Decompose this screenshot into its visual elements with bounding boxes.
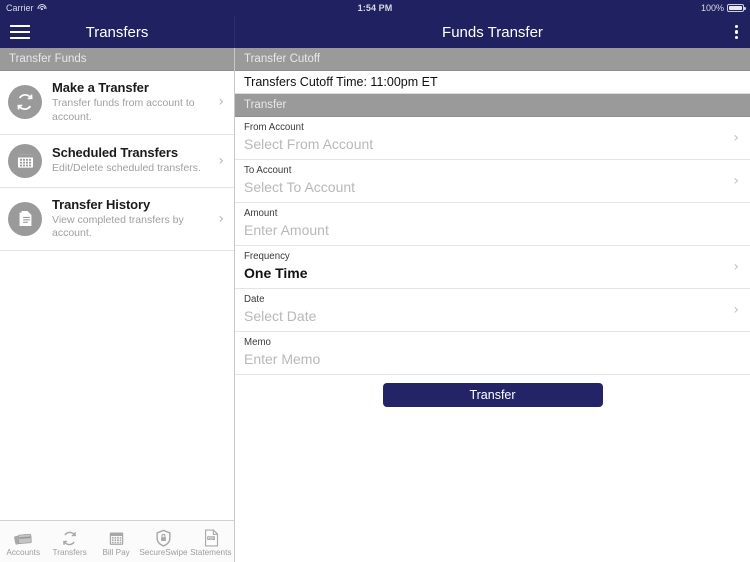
kebab-menu-icon[interactable] xyxy=(734,24,738,40)
chevron-right-icon: › xyxy=(218,94,224,111)
app-root: Carrier 1:54 PM 100% Transfers Funds Tra… xyxy=(0,0,750,562)
navbar-left-title: Transfers xyxy=(85,23,149,41)
sidebar-item-scheduled-transfers[interactable]: Scheduled Transfers Edit/Delete schedule… xyxy=(0,134,234,188)
page-title: Funds Transfer xyxy=(442,23,543,41)
field-from-account[interactable]: From Account Select From Account › xyxy=(235,117,750,160)
shield-lock-icon xyxy=(155,527,172,547)
chevron-right-icon: › xyxy=(733,172,739,189)
amount-input-placeholder[interactable]: Enter Amount xyxy=(244,221,741,240)
svg-text:PDF: PDF xyxy=(208,536,215,540)
sidebar-item-title: Scheduled Transfers xyxy=(52,145,178,161)
tab-accounts[interactable]: Accounts xyxy=(0,521,46,562)
cards-icon xyxy=(13,527,34,547)
sidebar-list: Make a Transfer Transfer funds from acco… xyxy=(0,71,234,520)
sidebar-item-text: Make a Transfer Transfer funds from acco… xyxy=(52,80,226,125)
transfer-cutoff-header: Transfer Cutoff xyxy=(235,48,750,71)
content-area: Transfer Funds Make a Transfer Transfer … xyxy=(0,48,750,562)
calendar-icon xyxy=(108,527,125,547)
sidebar-item-title: Transfer History xyxy=(52,196,151,212)
navbar-right-section: Funds Transfer xyxy=(235,16,750,48)
status-bar-time: 1:54 PM xyxy=(357,3,393,13)
sidebar-section-header: Transfer Funds xyxy=(0,48,234,71)
sidebar-item-text: Scheduled Transfers Edit/Delete schedule… xyxy=(52,145,226,176)
chevron-right-icon: › xyxy=(733,129,739,146)
battery-full-icon xyxy=(727,4,746,12)
memo-input-placeholder[interactable]: Enter Memo xyxy=(244,350,741,369)
chevron-right-icon: › xyxy=(733,301,739,318)
field-label: From Account xyxy=(244,122,304,133)
sidebar-item-text: Transfer History View completed transfer… xyxy=(52,197,226,242)
document-list-icon xyxy=(8,201,42,236)
tab-secureswipe[interactable]: SecureSwipe xyxy=(139,521,188,562)
transfer-section-header: Transfer xyxy=(235,94,750,117)
status-bar-right: 100% xyxy=(700,3,746,13)
field-value: Select Date xyxy=(244,308,317,325)
field-label: Memo xyxy=(244,336,271,348)
detail-panel: Transfer Cutoff Transfers Cutoff Time: 1… xyxy=(235,48,750,562)
detail-empty-space xyxy=(235,406,750,562)
field-label: Amount xyxy=(244,207,278,219)
field-value: Select To Account xyxy=(244,179,356,196)
field-date[interactable]: Date Select Date › xyxy=(235,288,750,332)
field-label: To Account xyxy=(244,164,292,176)
tab-transfers[interactable]: Transfers xyxy=(46,521,92,562)
field-amount[interactable]: Amount Enter Amount xyxy=(235,202,750,246)
tab-label: Statements xyxy=(190,547,232,557)
navbar-left-section: Transfers xyxy=(0,16,235,48)
field-memo[interactable]: Memo Enter Memo xyxy=(235,331,750,375)
navigation-bar: Transfers Funds Transfer xyxy=(0,16,750,48)
field-value: One Time xyxy=(244,265,308,282)
field-frequency[interactable]: Frequency One Time › xyxy=(235,245,750,289)
refresh-circle-icon xyxy=(8,85,42,120)
transfer-cutoff-text: Transfers Cutoff Time: 11:00pm ET xyxy=(235,71,750,94)
tab-label: Transfers xyxy=(52,547,87,557)
sidebar: Transfer Funds Make a Transfer Transfer … xyxy=(0,48,235,562)
field-label: Frequency xyxy=(244,250,290,262)
field-to-account[interactable]: To Account Select To Account › xyxy=(235,159,750,203)
sidebar-item-title: Make a Transfer xyxy=(52,80,149,95)
sidebar-item-subtitle: Edit/Delete scheduled transfers. xyxy=(52,162,201,175)
field-label: Date xyxy=(244,293,265,305)
sidebar-item-subtitle: Transfer funds from account to account. xyxy=(52,97,195,123)
bottom-tab-bar: Accounts Transfers Bill Pay SecureSwipe … xyxy=(0,520,234,562)
field-value: Select From Account xyxy=(244,136,374,153)
tab-label: SecureSwipe xyxy=(139,547,188,557)
tab-label: Accounts xyxy=(6,547,41,557)
sidebar-item-subtitle: View completed transfers by account. xyxy=(52,213,184,240)
tab-statements[interactable]: PDF Statements xyxy=(188,521,234,562)
transfer-submit-button[interactable]: Transfer xyxy=(382,382,603,407)
status-bar: Carrier 1:54 PM 100% xyxy=(0,0,750,16)
tab-label: Bill Pay xyxy=(102,547,130,557)
chevron-right-icon: › xyxy=(733,258,739,275)
chevron-right-icon: › xyxy=(218,152,224,169)
chevron-right-icon: › xyxy=(218,210,224,227)
submit-button-container: Transfer xyxy=(235,374,750,407)
refresh-icon xyxy=(61,527,78,547)
sidebar-item-make-a-transfer[interactable]: Make a Transfer Transfer funds from acco… xyxy=(0,71,234,135)
sidebar-item-transfer-history[interactable]: Transfer History View completed transfer… xyxy=(0,187,234,252)
pdf-document-icon: PDF xyxy=(203,527,219,547)
tab-bill-pay[interactable]: Bill Pay xyxy=(93,521,139,562)
calendar-icon xyxy=(8,143,42,178)
battery-percent-label: 100% xyxy=(700,3,724,13)
